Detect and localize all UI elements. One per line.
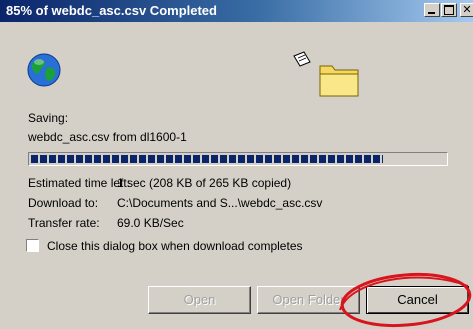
close-on-complete-checkbox[interactable] [26,239,39,252]
minimize-button[interactable] [424,3,440,17]
folder-icon [293,51,359,97]
close-on-complete-label[interactable]: Close this dialog box when download comp… [47,239,303,253]
window-title: 85% of webdc_asc.csv Completed [6,3,217,18]
open-button[interactable]: Open [148,286,251,314]
close-button[interactable]: ✕ [460,3,473,17]
download-progress-bar [28,152,448,166]
download-to-label: Download to: [28,196,99,210]
download-to-value: C:\Documents and S...\webdc_asc.csv [117,196,323,210]
open-folder-button[interactable]: Open Folder [257,286,360,314]
cancel-button[interactable]: Cancel [366,286,469,314]
saving-label: Saving: [28,111,69,125]
document-icon [293,51,311,67]
transfer-rate-value: 69.0 KB/Sec [117,216,184,230]
transfer-rate-label: Transfer rate: [28,216,100,230]
time-left-label: Estimated time left: [28,176,131,190]
title-bar[interactable]: 85% of webdc_asc.csv Completed ✕ [0,0,473,22]
time-left-value: 1 sec (208 KB of 265 KB copied) [117,176,292,190]
file-source-text: webdc_asc.csv from dl1600-1 [28,130,187,144]
progress-fill [31,155,383,163]
maximize-button[interactable] [441,3,457,17]
globe-icon [27,53,61,87]
